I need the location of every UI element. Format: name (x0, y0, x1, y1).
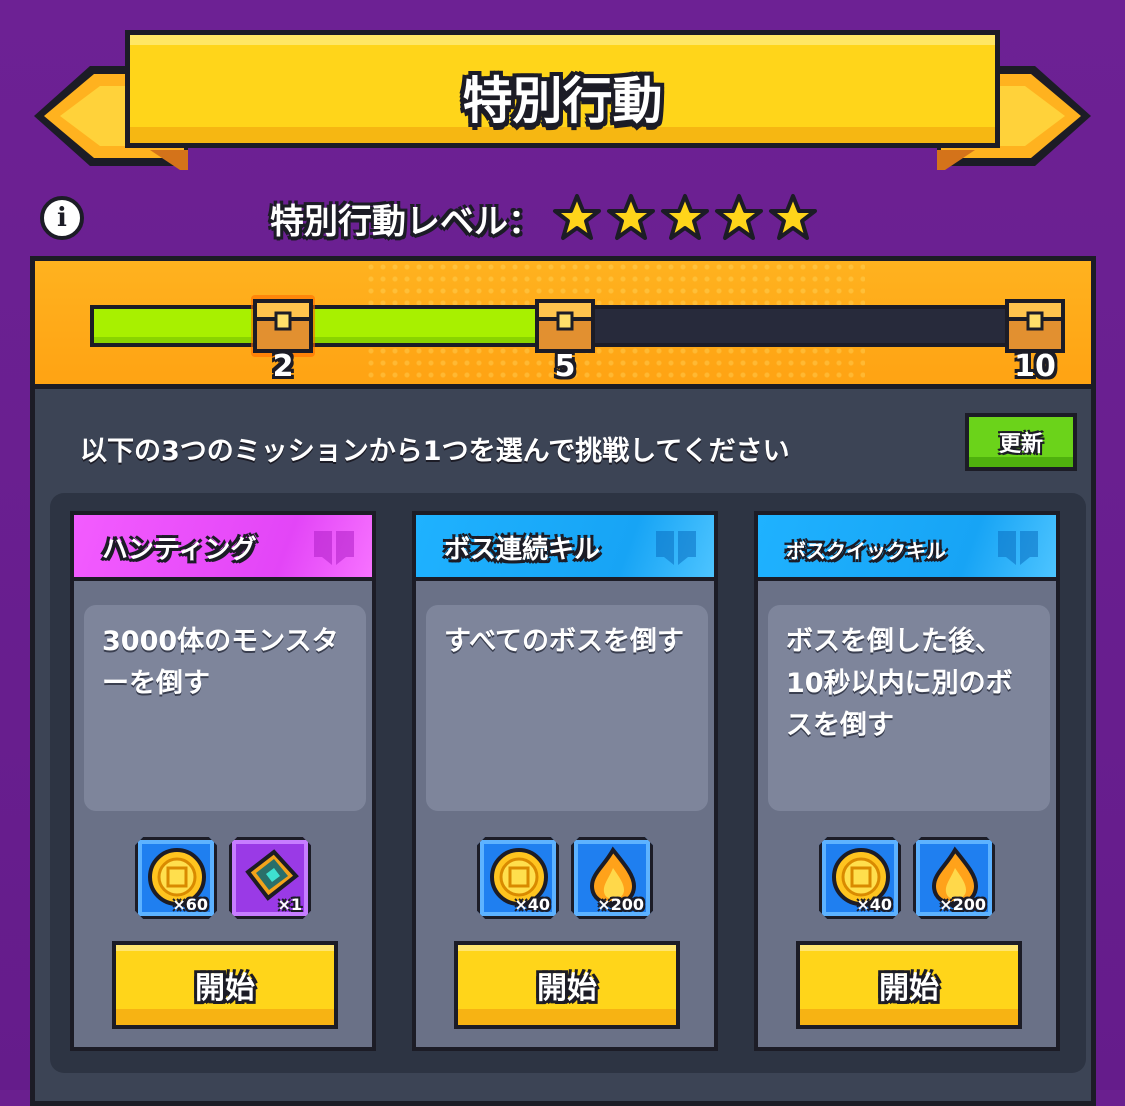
mission-description: すべてのボスを倒す (444, 626, 685, 657)
star-icon (661, 194, 709, 240)
start-button[interactable]: 開始 (796, 941, 1022, 1029)
mission-type-icon (656, 531, 696, 565)
mission-card: ハンティング 3000体のモンスターを倒す ×60 ×1 開始 (70, 511, 376, 1051)
reward-item[interactable]: ×40 (477, 837, 559, 919)
star-icon (607, 194, 655, 240)
reward-quantity: ×60 (172, 895, 208, 914)
mission-type-icon (998, 531, 1038, 565)
reward-list: ×60 ×1 (74, 837, 372, 919)
mission-header: ボス連続キル (416, 515, 714, 581)
mission-header: ハンティング (74, 515, 372, 581)
mission-name: ボスクイックキル (786, 539, 946, 563)
refresh-button[interactable]: 更新 (965, 413, 1077, 471)
mission-description: ボスを倒した後、10秒以内に別のボスを倒す (786, 626, 1013, 741)
start-button-label: 開始 (195, 971, 255, 1006)
start-button-label: 開始 (879, 971, 939, 1006)
title-banner: 特別行動 (125, 30, 1000, 148)
reward-quantity: ×200 (939, 895, 986, 914)
reward-item[interactable]: ×60 (135, 837, 217, 919)
milestone-label: 10 (1014, 349, 1056, 384)
mission-card: ボスクイックキル ボスを倒した後、10秒以内に別のボスを倒す ×40 ×200 … (754, 511, 1060, 1051)
milestone-label: 2 (272, 349, 294, 384)
page-title: 特別行動 (462, 72, 663, 130)
reward-item[interactable]: ×40 (819, 837, 901, 919)
mission-cards: ハンティング 3000体のモンスターを倒す ×60 ×1 開始 ボス連続キル す… (50, 493, 1086, 1073)
refresh-button-label: 更新 (998, 432, 1043, 457)
reward-item[interactable]: ×1 (229, 837, 311, 919)
reward-quantity: ×40 (856, 895, 892, 914)
mission-header: ボスクイックキル (758, 515, 1056, 581)
reward-quantity: ×40 (514, 895, 550, 914)
reward-list: ×40 ×200 (416, 837, 714, 919)
star-icon (715, 194, 763, 240)
mission-name: ハンティング (102, 535, 257, 565)
mission-description: 3000体のモンスターを倒す (102, 626, 339, 699)
reward-list: ×40 ×200 (758, 837, 1056, 919)
progress-fill (94, 309, 546, 343)
start-button-label: 開始 (537, 971, 597, 1006)
start-button[interactable]: 開始 (454, 941, 680, 1029)
mission-panel: 2 5 10 以下の3つのミッションから1つを選んで挑戦してください 更新 ハン… (30, 256, 1096, 1106)
info-icon[interactable]: i (40, 196, 84, 240)
mission-description-box: ボスを倒した後、10秒以内に別のボスを倒す (768, 605, 1050, 811)
start-button[interactable]: 開始 (112, 941, 338, 1029)
reward-quantity: ×200 (597, 895, 644, 914)
instruction-text: 以下の3つのミッションから1つを選んで挑戦してください (80, 436, 790, 467)
mission-card: ボス連続キル すべてのボスを倒す ×40 ×200 開始 (412, 511, 718, 1051)
milestone-label: 5 (554, 349, 576, 384)
reward-item[interactable]: ×200 (571, 837, 653, 919)
level-stars (552, 193, 818, 243)
mission-name: ボス連続キル (444, 535, 601, 565)
star-icon (553, 194, 601, 240)
reward-quantity: ×1 (277, 895, 302, 914)
mission-description-box: すべてのボスを倒す (426, 605, 708, 811)
star-icon (769, 194, 817, 240)
level-row: 特別行動レベル： (270, 188, 818, 248)
reward-item[interactable]: ×200 (913, 837, 995, 919)
mission-description-box: 3000体のモンスターを倒す (84, 605, 366, 811)
mission-type-icon (314, 531, 354, 565)
level-label: 特別行動レベル： (270, 201, 542, 242)
progress-area: 2 5 10 (35, 261, 1091, 389)
